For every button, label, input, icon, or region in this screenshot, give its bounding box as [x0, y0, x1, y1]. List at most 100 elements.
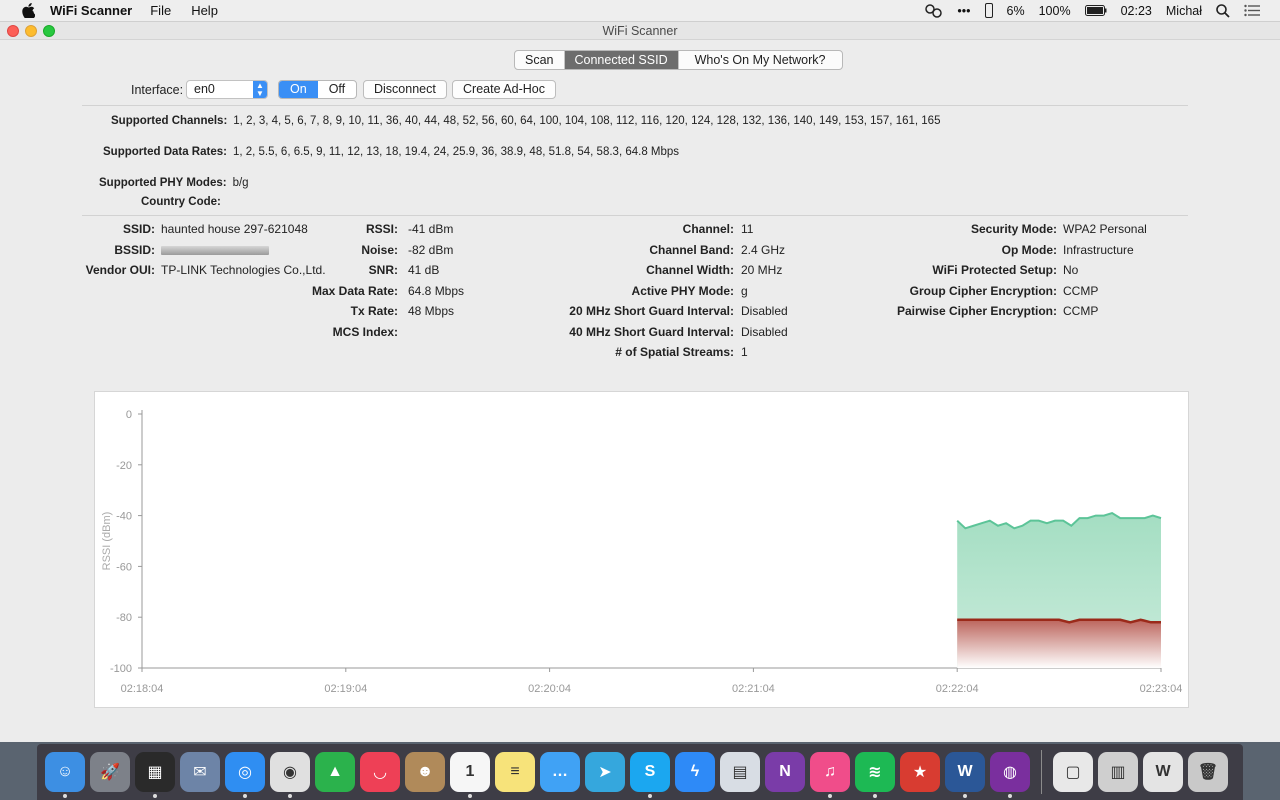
rssi-chart-svg: 0 -20 -40 -60 -80 -100 02:18:04 02:19:04 02:20:0… — [101, 409, 1182, 695]
dock-safari-icon[interactable]: ◎ — [225, 752, 265, 798]
detail-label: BSSID: — [114, 242, 155, 257]
dock-preview-icon[interactable]: ▤ — [720, 752, 760, 792]
dock-itunes-icon[interactable]: ♫ — [810, 752, 850, 798]
running-indicator — [1008, 794, 1012, 798]
file-menu[interactable]: File — [150, 3, 171, 18]
dock-messages-icon[interactable]: … — [540, 752, 580, 792]
dock-contacts-icon[interactable]: ☻ — [405, 752, 445, 792]
detail-label: Vendor OUI: — [85, 263, 155, 277]
interface-select-value: en0 — [194, 82, 215, 96]
running-indicator — [243, 794, 247, 798]
detail-value: 48 Mbps — [408, 304, 455, 318]
close-window-button[interactable] — [7, 25, 19, 37]
dock-separator — [1041, 750, 1042, 794]
detail-value: -82 dBm — [408, 242, 454, 257]
dock-chrome-icon[interactable]: ◉ — [270, 752, 310, 798]
tab-scan[interactable]: Scan — [515, 51, 565, 69]
dock-trash-icon[interactable]: 🗑 — [1188, 752, 1228, 792]
detail-label: Tx Rate: — [350, 304, 398, 318]
detail-value: -41 dBm — [408, 222, 454, 236]
dock-launchpad-icon[interactable]: 🚀 — [90, 752, 130, 792]
dock-word-icon[interactable]: W — [945, 752, 985, 798]
dock-calendar-icon[interactable]: 1 — [450, 752, 490, 798]
dock-wunderlist-icon[interactable]: ★ — [900, 752, 940, 792]
detail-label: Max Data Rate: — [311, 283, 398, 298]
detail-label: MCS Index: — [332, 324, 398, 339]
app-name-menu[interactable]: WiFi Scanner — [50, 3, 132, 18]
supported-phy-value: b/g — [232, 177, 249, 189]
help-menu[interactable]: Help — [191, 3, 218, 18]
x-tick-label: 02:22:04 — [936, 683, 979, 695]
clock[interactable]: 02:23 — [1121, 4, 1152, 18]
x-tick-label: 02:18:04 — [121, 683, 164, 695]
detail-label: Active PHY Mode: — [631, 283, 734, 298]
y-tick-label: -40 — [116, 511, 132, 523]
detail-value — [161, 243, 269, 257]
interface-toolbar: Interface: en0 ▲ ▼ On Off Disconnect Crea… — [0, 80, 1280, 100]
spotlight-search-icon[interactable] — [1216, 3, 1230, 18]
divider — [82, 215, 1188, 216]
apple-menu-icon[interactable] — [18, 3, 38, 18]
phone-battery-text: 6% — [1006, 3, 1025, 18]
user-name[interactable]: Michał — [1166, 4, 1202, 18]
wifi-off-button[interactable]: Off — [318, 81, 356, 98]
bssid-redacted — [161, 245, 269, 255]
running-indicator — [288, 794, 292, 798]
y-tick-label: -20 — [116, 460, 132, 472]
detail-label: 20 MHz Short Guard Interval: — [569, 304, 734, 318]
minimize-window-button[interactable] — [25, 25, 37, 37]
menu-bar: WiFi Scanner File Help ••• 6% 100% 02:23… — [0, 0, 1280, 22]
dock-word-document-icon[interactable]: W — [1143, 752, 1183, 792]
detail-value: Infrastructure — [1063, 242, 1134, 257]
detail-value: 11 — [741, 222, 754, 236]
hidden-menu-extras-icon[interactable] — [925, 3, 943, 18]
dock-onenote-icon[interactable]: N — [765, 752, 805, 792]
supported-channels-row: Supported Channels: 1, 2, 3, 4, 5, 6, 7, … — [111, 115, 940, 127]
dock-screenshot-stack-icon[interactable]: ▥ — [1098, 752, 1138, 792]
interface-select[interactable]: en0 ▲ ▼ — [186, 80, 268, 99]
tab-connected-ssid[interactable]: Connected SSID — [564, 51, 679, 69]
dock-messenger-icon[interactable]: ϟ — [675, 752, 715, 792]
dock-spotify-icon[interactable]: ≋ — [855, 752, 895, 798]
detail-value: TP-LINK Technologies Co.,Ltd. — [161, 263, 326, 277]
zoom-window-button[interactable] — [43, 25, 55, 37]
supported-rates-label: Supported Data Rates: — [103, 146, 227, 158]
dock-finder-icon[interactable]: ☺ — [45, 752, 85, 798]
y-tick-label: -100 — [110, 663, 132, 675]
title-bar[interactable]: WiFi Scanner — [0, 22, 1280, 40]
create-adhoc-button[interactable]: Create Ad-Hoc — [452, 80, 556, 99]
dock-document-stack-icon[interactable]: ▢ — [1053, 752, 1093, 792]
window-controls — [7, 25, 55, 37]
dock-photos-app-icon[interactable]: ▦ — [135, 752, 175, 798]
detail-label: Op Mode: — [1001, 242, 1057, 257]
disconnect-button[interactable]: Disconnect — [363, 80, 447, 99]
detail-value: Disabled — [741, 304, 788, 318]
detail-value: 20 MHz — [741, 263, 783, 277]
more-icon[interactable]: ••• — [957, 4, 970, 18]
running-indicator — [963, 794, 967, 798]
detail-value: haunted house 297-621048 — [161, 222, 308, 236]
dock-mail-bird-icon[interactable]: ✉ — [180, 752, 220, 792]
running-indicator — [828, 794, 832, 798]
x-tick-label: 02:19:04 — [324, 683, 367, 695]
detail-label: Channel Band: — [649, 242, 734, 257]
dock-feedly-icon[interactable]: ▲ — [315, 752, 355, 792]
battery-percent: 100% — [1038, 3, 1071, 18]
dock-tor-icon[interactable]: ◍ — [990, 752, 1030, 798]
view-tabs: Scan Connected SSID Who's On My Network? — [514, 50, 843, 70]
dock-notes-icon[interactable]: ≡ — [495, 752, 535, 792]
detail-label: Group Cipher Encryption: — [909, 283, 1057, 298]
phone-battery-icon[interactable] — [984, 3, 993, 18]
dock-pocket-icon[interactable]: ◡ — [360, 752, 400, 792]
tab-whos-on-my-network[interactable]: Who's On My Network? — [679, 51, 842, 69]
supported-channels-label: Supported Channels: — [111, 115, 228, 127]
detail-label: WiFi Protected Setup: — [932, 263, 1057, 277]
wifi-scanner-window: WiFi Scanner Scan Connected SSID Who's O… — [0, 22, 1280, 742]
wifi-on-button[interactable]: On — [279, 81, 318, 98]
detail-label: RSSI: — [365, 222, 398, 236]
battery-icon[interactable] — [1084, 5, 1107, 16]
notification-center-icon[interactable] — [1244, 4, 1260, 17]
y-tick-label: -60 — [116, 561, 132, 573]
dock-telegram-icon[interactable]: ➤ — [585, 752, 625, 792]
dock-skype-icon[interactable]: S — [630, 752, 670, 798]
